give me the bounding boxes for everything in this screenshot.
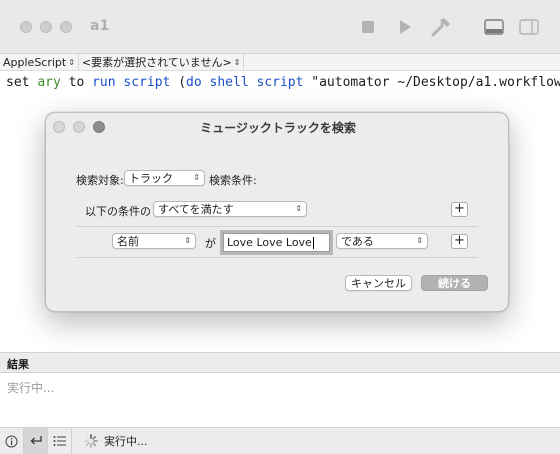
element-selector[interactable]: <要素が選択されていません> ⇕ (79, 53, 245, 71)
updown-arrow-icon: ⇕ (68, 57, 75, 67)
updown-arrow-icon: ⇕ (233, 57, 241, 67)
match-mode-value: すべてを満たす (158, 203, 234, 216)
language-selector[interactable]: AppleScript ⇕ (0, 53, 79, 71)
search-target-label: 検索対象: (76, 174, 124, 187)
add-condition-group-button[interactable]: + (451, 202, 468, 217)
updown-arrow-icon: ⇕ (416, 236, 423, 245)
language-label: AppleScript (3, 55, 67, 69)
text-caret (312, 237, 314, 249)
minimize-window-button[interactable] (40, 21, 52, 33)
element-label: <要素が選択されていません> (81, 56, 232, 69)
field-value: 名前 (117, 235, 139, 248)
cancel-button[interactable]: キャンセル (345, 275, 412, 291)
search-text-value: Love Love Love (227, 236, 312, 249)
stop-icon (362, 21, 374, 33)
hammer-icon (431, 18, 450, 37)
match-prefix-label: 以下の条件の (85, 205, 151, 218)
stop-button[interactable] (355, 15, 381, 39)
compile-button[interactable] (428, 15, 454, 39)
play-icon (400, 20, 411, 34)
navigation-bar: AppleScript ⇕ <要素が選択されていません> ⇕ (0, 53, 560, 71)
results-pane: 実行中... (0, 373, 560, 427)
status-text: 実行中... (104, 435, 148, 448)
dialog-title: ミュージックトラックを検索 (200, 121, 356, 135)
code-keyword-do-shell-script: do shell script (186, 75, 304, 90)
results-text: 実行中... (7, 381, 55, 395)
updown-arrow-icon: ⇕ (193, 173, 200, 182)
results-header: 結果 (0, 352, 560, 373)
list-icon (53, 436, 66, 446)
code-keyword-run-script: run script (92, 75, 171, 90)
show-log-button[interactable] (481, 15, 507, 39)
code-keyword-to: to (68, 75, 85, 90)
result-button[interactable] (24, 427, 48, 454)
info-icon (5, 435, 18, 447)
description-button[interactable] (0, 427, 24, 454)
return-arrow-icon (30, 436, 42, 445)
code-open-paren: ( (178, 75, 187, 90)
search-conditions-label: 検索条件: (209, 174, 257, 187)
window-titlebar: a1 (0, 0, 560, 54)
operator-popup[interactable]: である ⇕ (336, 233, 428, 249)
search-target-popup[interactable]: トラック ⇕ (124, 170, 205, 186)
operator-value: である (341, 235, 374, 248)
run-button[interactable] (392, 15, 418, 39)
code-variable: ary (37, 75, 61, 90)
code-keyword-set: set (6, 75, 30, 90)
close-window-button[interactable] (20, 21, 32, 33)
updown-arrow-icon: ⇕ (295, 204, 302, 213)
particle-label: が (205, 237, 216, 250)
status-bar: 実行中... (0, 427, 560, 454)
window-title: a1 (90, 18, 110, 34)
bottom-panel-icon (484, 19, 504, 35)
separator (76, 257, 478, 258)
separator (76, 226, 478, 227)
spinner-icon (84, 434, 98, 448)
field-popup[interactable]: 名前 ⇕ (112, 233, 196, 249)
code-string: "automator ~/Desktop/a1.workflow" (311, 75, 560, 90)
search-target-value: トラック (129, 172, 173, 185)
add-condition-button[interactable]: + (451, 234, 468, 249)
match-mode-popup[interactable]: すべてを満たす ⇕ (153, 201, 307, 217)
zoom-window-button[interactable] (60, 21, 72, 33)
find-tracks-dialog: ミュージックトラックを検索 検索対象: トラック ⇕ 検索条件: 以下の条件の … (45, 112, 509, 312)
right-panel-icon (519, 19, 539, 35)
show-sidebar-button[interactable] (516, 15, 542, 39)
updown-arrow-icon: ⇕ (184, 236, 191, 245)
continue-button[interactable]: 続ける (421, 275, 488, 291)
event-log-button[interactable] (48, 427, 72, 454)
search-text-field[interactable]: Love Love Love (220, 230, 333, 255)
